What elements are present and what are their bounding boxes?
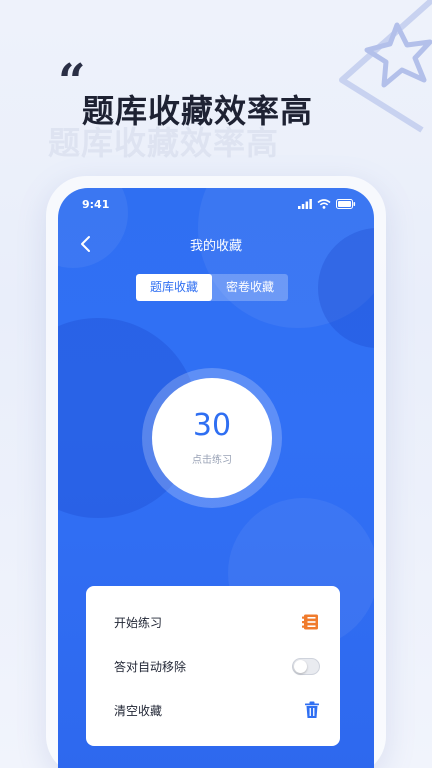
- tab-switcher: 题库收藏 密卷收藏: [136, 274, 288, 301]
- list-icon: [302, 614, 318, 630]
- favorites-count: 30: [192, 407, 232, 443]
- clear-favorites-label: 清空收藏: [114, 703, 163, 718]
- phone-mockup: 9:41 我的收藏 题库收藏 密卷收藏 30 点击练习 开始练习 答对自动移除 …: [46, 176, 386, 768]
- counter-label: 点击练习: [192, 454, 232, 466]
- start-practice-label: 开始练习: [114, 615, 163, 630]
- signal-icon: [298, 199, 312, 209]
- row-auto-remove: 答对自动移除: [114, 644, 320, 688]
- wifi-icon: [317, 199, 331, 209]
- row-start-practice[interactable]: 开始练习: [114, 600, 320, 644]
- headline-title: 题库收藏效率高: [82, 92, 314, 130]
- auto-remove-toggle[interactable]: [292, 657, 320, 675]
- tab-question-bank[interactable]: 题库收藏: [136, 274, 212, 301]
- status-time: 9:41: [82, 197, 110, 211]
- status-bar: 9:41: [58, 194, 374, 214]
- trash-icon: [305, 701, 319, 718]
- headline: “ 题库收藏效率高 题库收藏效率高: [48, 58, 396, 164]
- phone-screen: 9:41 我的收藏 题库收藏 密卷收藏 30 点击练习 开始练习 答对自动移除 …: [58, 188, 374, 768]
- battery-icon: [336, 199, 356, 209]
- auto-remove-label: 答对自动移除: [114, 659, 187, 674]
- practice-counter-button[interactable]: 30 点击练习: [152, 378, 272, 498]
- toggle-knob: [294, 659, 307, 673]
- row-clear-favorites[interactable]: 清空收藏: [114, 688, 320, 732]
- page-title: 我的收藏: [189, 239, 242, 254]
- tab-secret-papers[interactable]: 密卷收藏: [212, 274, 288, 301]
- nav-bar: 我的收藏: [58, 232, 374, 256]
- options-card: 开始练习 答对自动移除 清空收藏: [86, 586, 340, 746]
- status-icons: [298, 199, 356, 209]
